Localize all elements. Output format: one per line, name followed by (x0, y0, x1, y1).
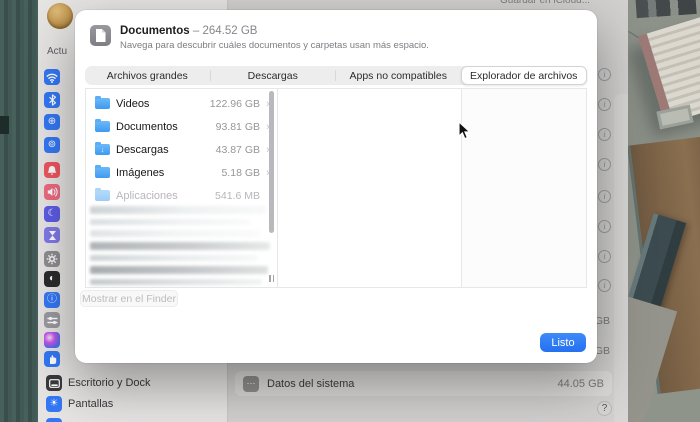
done-button[interactable]: Listo (540, 333, 586, 352)
info-icon[interactable]: i (598, 158, 611, 171)
folder-icon (95, 119, 110, 132)
info-icon[interactable]: i (598, 98, 611, 111)
privacy-icon[interactable] (44, 351, 60, 367)
blurred-row (90, 206, 266, 214)
avatar[interactable] (47, 3, 73, 29)
wallpaper-roof-objects (635, 0, 697, 19)
file-size: 541.6 MB (215, 189, 260, 202)
displays-icon[interactable]: ☀ (46, 396, 62, 412)
help-button[interactable]: ? (597, 401, 612, 416)
blurred-rows (90, 201, 272, 290)
focus-icon[interactable]: ☾ (44, 206, 60, 222)
sidebar-item-displays[interactable]: Pantallas (68, 398, 113, 410)
vpn-icon[interactable]: ⊚ (44, 137, 60, 153)
control-center-icon[interactable] (44, 312, 60, 328)
moon-glyph: ☾ (47, 208, 57, 219)
file-name: Descargas (116, 143, 169, 156)
dialog-subtitle: Navega para descubrir cuáles documentos … (120, 40, 429, 51)
blurred-row (90, 242, 270, 250)
file-row-videos[interactable]: Videos 122.96 GB › (86, 92, 277, 115)
blurred-row (90, 230, 260, 237)
accessibility-glyph: ⓘ (47, 294, 57, 305)
mouse-cursor (458, 121, 471, 140)
tab-bar: Archivos grandes Descargas Apps no compa… (85, 66, 587, 85)
folder-icon (95, 188, 110, 201)
browser-column-1: Videos 122.96 GB › Documentos 93.81 GB ›… (86, 89, 278, 287)
info-icon[interactable]: i (598, 220, 611, 233)
system-data-value: 44.05 GB (557, 377, 604, 390)
blurred-row (90, 255, 258, 261)
desktop-wallpaper-right (628, 0, 700, 422)
blurred-row (90, 219, 250, 225)
general-icon[interactable] (44, 251, 60, 267)
show-in-finder-button: Mostrar en el Finder (80, 290, 178, 307)
save-in-icloud-button-partial[interactable]: Guardar en iCloud... (500, 0, 620, 8)
file-browser: Videos 122.96 GB › Documentos 93.81 GB ›… (85, 88, 587, 288)
documents-storage-dialog: Documentos – 264.52 GB Navega para descu… (75, 10, 597, 363)
file-row-descargas[interactable]: Descargas 43.87 GB › (86, 138, 277, 161)
blurred-row (90, 279, 262, 285)
sound-icon[interactable] (44, 184, 60, 200)
tab-explorador-de-archivos[interactable]: Explorador de archivos (460, 66, 587, 85)
bluetooth-icon[interactable] (44, 92, 60, 108)
sidebar-partial-label: Actu (47, 46, 68, 57)
info-icon[interactable]: i (598, 279, 611, 292)
tab-descargas[interactable]: Descargas (211, 66, 336, 85)
info-icon[interactable]: i (598, 128, 611, 141)
folder-icon (95, 165, 110, 178)
info-icon[interactable]: i (598, 68, 611, 81)
info-icon[interactable]: i (598, 250, 611, 263)
next-sidebar-icon-partial (46, 418, 62, 422)
sidebar-item-desktop-dock[interactable]: Escritorio y Dock (68, 377, 151, 389)
dialog-title-size: – 264.52 GB (192, 25, 258, 37)
document-icon (90, 25, 111, 46)
file-size: 43.87 GB (215, 143, 260, 156)
network-glyph: ⊕ (47, 116, 57, 127)
window-edge (614, 94, 628, 422)
desktop-dock-icon[interactable] (46, 375, 62, 391)
vpn-glyph: ⊚ (47, 139, 57, 150)
scrollbar-thumb[interactable] (269, 91, 274, 233)
file-name: Documentos (116, 120, 178, 133)
tab-archivos-grandes[interactable]: Archivos grandes (85, 66, 210, 85)
blurred-row (90, 266, 268, 274)
system-data-row[interactable]: ⋯ Datos del sistema 44.05 GB (235, 371, 612, 396)
file-size: 122.96 GB (209, 97, 260, 110)
column-resize-handle[interactable] (269, 275, 274, 282)
notifications-icon[interactable] (44, 162, 60, 178)
dialog-title: Documentos – 264.52 GB (120, 25, 258, 37)
wifi-icon[interactable] (44, 69, 60, 85)
contrast-glyph: ◐ (48, 273, 56, 284)
file-row-documentos[interactable]: Documentos 93.81 GB › (86, 115, 277, 138)
accessibility-icon[interactable]: ⓘ (44, 292, 60, 308)
desktop-wallpaper-left (0, 0, 38, 422)
info-icon[interactable]: i (598, 190, 611, 203)
siri-icon[interactable] (44, 332, 60, 348)
ellipsis-icon: ⋯ (243, 375, 259, 392)
downloads-folder-icon (95, 142, 110, 155)
file-name: Videos (116, 97, 150, 110)
file-row-imagenes[interactable]: Imágenes 5.18 GB › (86, 161, 277, 184)
sun-glyph: ☀ (49, 398, 59, 409)
screen: Actu ⊕ ⊚ ☾ ◐ ⓘ Escritorio y Dock ☀ Panta… (0, 0, 700, 422)
file-name: Aplicaciones (116, 189, 178, 202)
appearance-icon[interactable]: ◐ (44, 271, 60, 287)
folder-icon (95, 96, 110, 109)
browser-column-2[interactable] (278, 89, 462, 287)
tab-apps-no-compatibles[interactable]: Apps no compatibles (336, 66, 461, 85)
system-data-label: Datos del sistema (267, 377, 355, 390)
screen-time-icon[interactable] (44, 227, 60, 243)
network-icon[interactable]: ⊕ (44, 114, 60, 130)
file-name: Imágenes (116, 166, 165, 179)
browser-column-3[interactable] (462, 89, 586, 287)
file-size: 93.81 GB (215, 120, 260, 133)
wallpaper-detail (0, 116, 9, 134)
file-size: 5.18 GB (221, 166, 260, 179)
